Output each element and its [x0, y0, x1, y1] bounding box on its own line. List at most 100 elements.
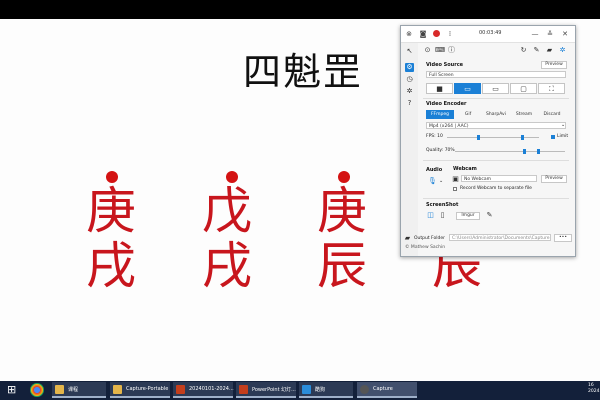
close-circle-icon[interactable]: ⊗ [405, 30, 413, 38]
output-folder-path[interactable]: C:\Users\Administrator\Documents\Capture [449, 234, 551, 241]
microphone-dropdown-arrow[interactable]: ⌄ [439, 178, 443, 184]
codec-select[interactable]: Mp4 (x264 | AAC) [426, 122, 566, 129]
close-icon[interactable]: ✕ [561, 30, 569, 38]
fps-slider-thumb-2[interactable] [521, 135, 524, 140]
imgur-button[interactable]: Imgur [456, 212, 480, 220]
system-clock[interactable]: 16 2024 [588, 383, 600, 395]
encoder-tab-sharpavi[interactable]: SharpAvi [482, 110, 510, 119]
cursor-icon[interactable]: ⊙ [423, 46, 432, 55]
branch-3: 辰 [317, 237, 367, 295]
quality-label: Quality: 70% [426, 148, 455, 153]
microphone-icon[interactable]: 🎙 [428, 177, 437, 186]
help-icon[interactable]: ? [405, 99, 414, 108]
sidebar-rail: ↖ ⚙ ◷ ✲ ? [401, 43, 418, 256]
camera-icon[interactable]: ◙ [419, 30, 427, 38]
fps-slider-thumb[interactable] [477, 135, 480, 140]
taskbar: ⊞ 课程 Capture-Portable 20240101-2024... P… [0, 381, 600, 400]
task-powerpoint-slideshow[interactable]: PowerPoint 幻灯... [236, 382, 296, 398]
editor-pen-icon[interactable]: ✎ [485, 211, 494, 220]
webcam-label: Webcam [453, 166, 477, 172]
browse-folder-button[interactable]: ••• [554, 234, 572, 242]
task-capture-portable[interactable]: Capture-Portable [110, 382, 170, 398]
folder-icon [113, 385, 122, 394]
source-preview-button[interactable]: Preview [541, 61, 567, 69]
chrome-icon[interactable] [30, 383, 44, 397]
stem-3: 庚 [317, 182, 367, 240]
region-source-tab[interactable]: ▭ [454, 83, 481, 94]
task-label: 课程 [68, 387, 79, 393]
divider [423, 98, 569, 99]
fps-label: FPS: 10 [426, 134, 443, 139]
minimize-icon[interactable]: — [531, 30, 539, 38]
clock-date: 2024 [588, 389, 600, 394]
collapse-icon[interactable]: ≚ [546, 30, 554, 38]
screenshot-label: ScreenShot [426, 202, 459, 208]
quality-slider-thumb[interactable] [523, 149, 526, 154]
screenshot-save-icon[interactable]: ◫ [426, 211, 435, 220]
video-source-field[interactable]: Full Screen [426, 71, 566, 78]
limit-label: Limit [557, 134, 569, 139]
video-source-label: Video Source [426, 62, 464, 68]
capture-titlebar: ⊗ ◙ ⁞ 00:03:49 — ≚ ✕ [401, 26, 575, 43]
settings-icon[interactable]: ⚙ [405, 63, 414, 72]
slide-title: 四魁罡 [242, 50, 363, 94]
powerpoint-icon [239, 385, 248, 394]
task-kugou[interactable]: 酷狗 [299, 382, 353, 398]
webcam-icon: ▣ [452, 175, 459, 183]
branch-1: 戌 [86, 237, 136, 295]
fps-slider-track [447, 137, 539, 138]
task-label: 20240101-2024... [189, 386, 234, 392]
task-label: Capture [373, 386, 393, 392]
top-black-bar [0, 0, 600, 19]
recording-timer: 00:03:49 [479, 30, 502, 36]
info-icon[interactable]: ⓘ [447, 46, 456, 55]
capture-app-icon [360, 385, 369, 394]
powerpoint-icon [176, 385, 185, 394]
folder-icon: ▰ [404, 234, 411, 242]
window-source-tab[interactable]: ▢ [510, 83, 537, 94]
task-powerpoint-file[interactable]: 20240101-2024... [173, 382, 234, 398]
task-label: Capture-Portable [126, 386, 169, 392]
record-button[interactable] [433, 30, 440, 37]
output-folder-label: Output Folder [414, 236, 445, 241]
quality-slider-thumb-2[interactable] [537, 149, 540, 154]
branch-2: 戌 [202, 237, 252, 295]
pointer-icon[interactable]: ↖ [405, 47, 414, 56]
drag-handle-icon[interactable]: ⁞ [446, 30, 454, 38]
pen-icon[interactable]: ✎ [532, 46, 541, 55]
encoder-tab-gif[interactable]: Gif [454, 110, 482, 119]
encoder-tab-discard[interactable]: Discard [538, 110, 566, 119]
quality-slider-track [455, 151, 565, 152]
stem-1: 庚 [86, 182, 136, 240]
encoder-tab-ffmpeg[interactable]: FFmpeg [426, 110, 454, 119]
audio-label: Audio [426, 167, 443, 173]
limit-checkbox[interactable] [551, 135, 555, 139]
task-label: 酷狗 [315, 387, 326, 393]
divider [423, 160, 569, 161]
refresh-icon[interactable]: ↻ [519, 46, 528, 55]
task-folder-course[interactable]: 课程 [52, 382, 106, 398]
stem-2: 戊 [202, 182, 252, 240]
screen-source-tab[interactable]: ▭ [482, 83, 509, 94]
start-button[interactable]: ⊞ [7, 384, 19, 396]
kugou-icon [302, 385, 311, 394]
encoder-tab-stream[interactable]: Stream [510, 110, 538, 119]
task-label: PowerPoint 幻灯... [252, 387, 296, 393]
capture-window: ⊗ ◙ ⁞ 00:03:49 — ≚ ✕ ↖ ⚙ ◷ ✲ ? ⊙ ⌨ ⓘ ↻ ✎… [400, 25, 576, 257]
separate-webcam-label: Record Webcam to separate file [460, 186, 532, 191]
separate-webcam-checkbox[interactable] [453, 187, 457, 191]
codec-dropdown-arrow[interactable]: ⌄ [561, 122, 565, 128]
fullscreen-source-tab[interactable]: ⛶ [538, 83, 565, 94]
folder-icon[interactable]: ▰ [545, 46, 554, 55]
webcam-source-tab[interactable]: ■ [426, 83, 453, 94]
task-capture[interactable]: Capture [357, 382, 417, 398]
webcam-preview-button[interactable]: Preview [541, 175, 567, 183]
folder-icon [55, 385, 64, 394]
clipboard-icon[interactable]: ▯ [438, 211, 447, 220]
gear-icon[interactable]: ✲ [405, 87, 414, 96]
keystrokes-icon[interactable]: ⌨ [435, 46, 445, 55]
options-icon[interactable]: ✲ [558, 46, 567, 55]
history-icon[interactable]: ◷ [405, 75, 414, 84]
webcam-select[interactable]: No Webcam [461, 175, 537, 182]
divider [423, 198, 569, 199]
